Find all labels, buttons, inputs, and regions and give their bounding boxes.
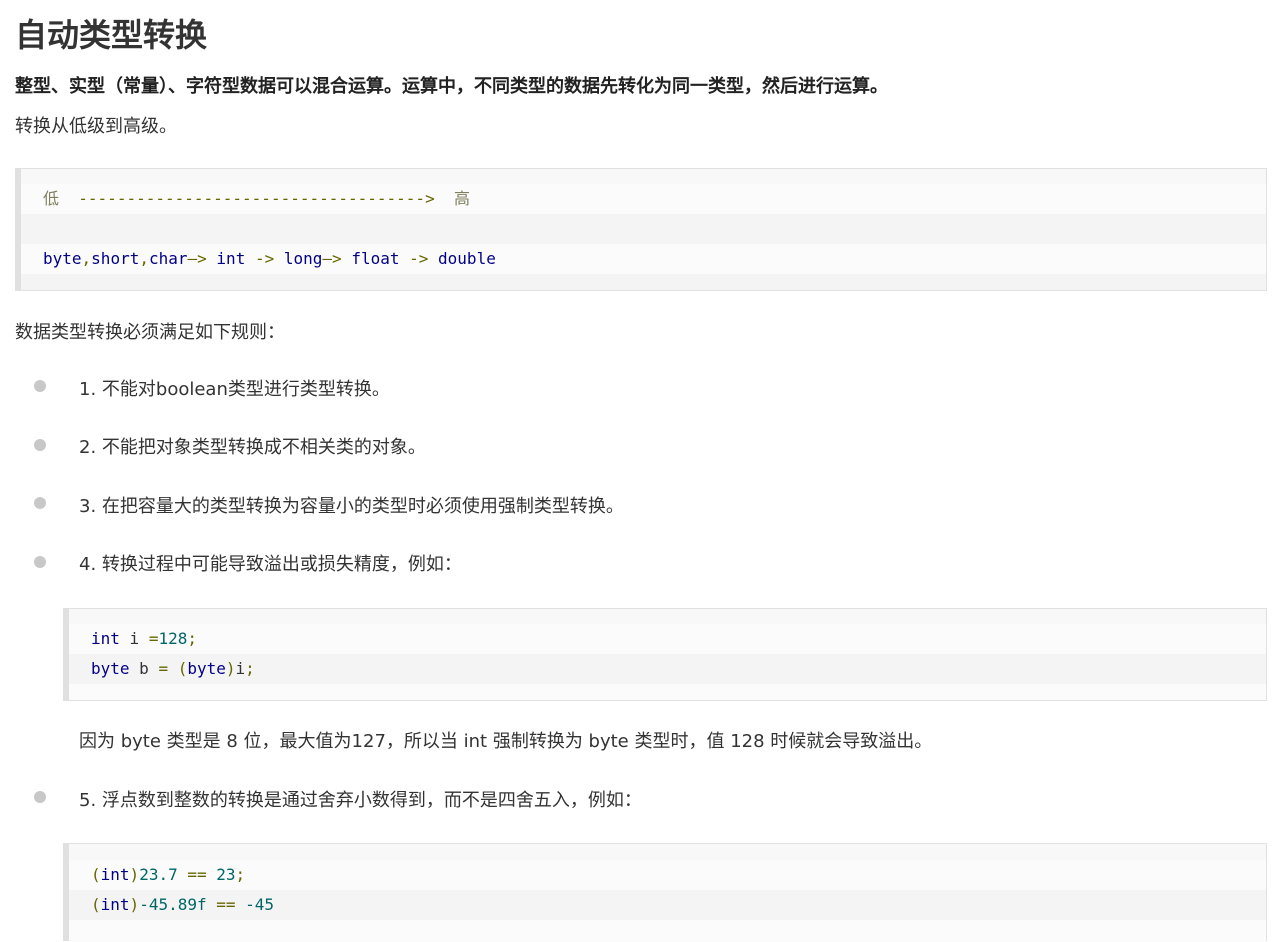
bullet-icon xyxy=(34,791,46,803)
type-long: long xyxy=(283,249,323,268)
number: 23 xyxy=(216,865,236,884)
float-truncation-code-block: (int)23.7 == 23; (int)-45.89f == -45 xyxy=(63,843,1267,942)
number: -45.89f xyxy=(139,895,207,914)
rule-item-5: 5. 浮点数到整数的转换是通过舍弃小数得到，而不是四舍五入，例如： xyxy=(79,790,642,811)
paren: ) xyxy=(129,895,140,914)
lead-paragraph: 整型、实型（常量）、字符型数据可以混合运算。运算中，不同类型的数据先转化为同一类… xyxy=(15,76,888,97)
type-float: float xyxy=(351,249,400,268)
number: 23.7 xyxy=(139,865,178,884)
conversion-direction-text: 转换从低级到高级。 xyxy=(15,116,177,137)
bullet-icon xyxy=(34,497,46,509)
semicolon: ; xyxy=(245,659,255,678)
keyword-byte: byte xyxy=(91,659,130,678)
code-line-pad xyxy=(69,684,1266,700)
paren: ( xyxy=(91,865,101,884)
operator: = xyxy=(158,659,169,678)
keyword-int: int xyxy=(100,895,130,914)
paren: ) xyxy=(225,659,236,678)
number: 128 xyxy=(158,629,188,648)
paren: ( xyxy=(91,895,101,914)
type-double: double xyxy=(438,249,496,268)
arrow-dashes: ------------------------------------> xyxy=(78,189,435,208)
bullet-icon xyxy=(34,439,46,451)
code-line-2 xyxy=(21,214,1266,244)
rule-item-2: 2. 不能把对象类型转换成不相关类的对象。 xyxy=(79,437,426,458)
code-line-pad xyxy=(69,920,1266,942)
low-label: 低 xyxy=(43,189,60,208)
type-short: short xyxy=(91,249,140,268)
code-line-2: (int)-45.89f == -45 xyxy=(69,890,1266,920)
overflow-code-block: int i =128; byte b = (byte)i; xyxy=(63,608,1267,701)
code-line-2: byte b = (byte)i; xyxy=(69,654,1266,684)
type-char: char xyxy=(148,249,188,268)
code-line-pad xyxy=(21,274,1266,290)
identifier: i xyxy=(235,659,246,678)
bullet-icon xyxy=(34,380,46,392)
keyword-int: int xyxy=(91,629,120,648)
rule-item-3: 3. 在把容量大的类型转换为容量小的类型时必须使用强制类型转换。 xyxy=(79,496,624,517)
overflow-explanation: 因为 byte 类型是 8 位，最大值为127，所以当 int 强制转换为 by… xyxy=(79,731,933,752)
paren: ) xyxy=(129,865,140,884)
code-line-1: int i =128; xyxy=(69,624,1266,654)
high-label: 高 xyxy=(453,189,470,208)
keyword-int: int xyxy=(100,865,130,884)
identifier: i xyxy=(119,629,149,648)
arrow: —> xyxy=(322,249,342,268)
number: -45 xyxy=(245,895,275,914)
semicolon: ; xyxy=(187,629,197,648)
type-order-code-block: 低 ------------------------------------> … xyxy=(15,168,1267,291)
rule-item-4: 4. 转换过程中可能导致溢出或损失精度，例如： xyxy=(79,554,462,575)
arrow: -> xyxy=(409,249,429,268)
keyword-byte: byte xyxy=(187,659,226,678)
type-int: int xyxy=(216,249,246,268)
operator: = xyxy=(148,629,159,648)
code-line-1: (int)23.7 == 23; xyxy=(69,860,1266,890)
comma: , xyxy=(139,249,149,268)
page-title: 自动类型转换 xyxy=(15,16,208,54)
bullet-icon xyxy=(34,556,46,568)
identifier: b xyxy=(129,659,159,678)
rule-item-1: 1. 不能对boolean类型进行类型转换。 xyxy=(79,379,390,400)
comma: , xyxy=(81,249,92,268)
arrow: -> xyxy=(254,249,275,268)
rules-intro: 数据类型转换必须满足如下规则： xyxy=(15,322,285,343)
code-line-1: 低 ------------------------------------> … xyxy=(21,184,1266,214)
operator: == xyxy=(206,895,246,914)
code-line-3: byte,short,char—> int -> long—> float ->… xyxy=(21,244,1266,274)
type-byte: byte xyxy=(43,249,82,268)
semicolon: ; xyxy=(235,865,246,884)
arrow: —> xyxy=(187,249,207,268)
operator: == xyxy=(177,865,217,884)
paren: ( xyxy=(177,659,188,678)
